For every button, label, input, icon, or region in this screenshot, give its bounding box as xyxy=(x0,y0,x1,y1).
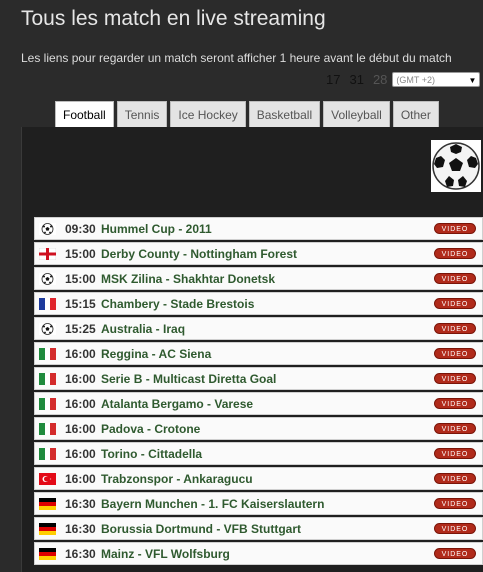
match-row[interactable]: 15:00 MSK Zilina - Shakhtar Donetsk VIDEO xyxy=(34,267,483,290)
france-flag-icon xyxy=(39,297,56,310)
page-title: Tous les match en live streaming xyxy=(21,7,326,30)
match-row[interactable]: 16:30 Mainz - VFL Wolfsburg VIDEO xyxy=(34,542,483,565)
timezone-value: (GMT +2) xyxy=(396,74,435,85)
italy-flag-icon xyxy=(39,447,56,460)
tab-basketball[interactable]: Basketball xyxy=(248,101,321,127)
ball-icon xyxy=(39,222,56,235)
match-time: 16:00 xyxy=(65,396,96,411)
match-name[interactable]: Derby County - Nottingham Forest xyxy=(101,247,297,261)
match-time: 16:00 xyxy=(65,471,96,486)
match-row[interactable]: 16:00 Torino - Cittadella VIDEO xyxy=(34,442,483,465)
match-time: 16:30 xyxy=(65,546,96,561)
ball-icon xyxy=(39,272,56,285)
chevron-down-icon: ▼ xyxy=(468,75,477,85)
match-row[interactable]: 16:00 Atalanta Bergamo - Varese VIDEO xyxy=(34,392,483,415)
match-time: 16:00 xyxy=(65,346,96,361)
match-row[interactable]: 15:15 Chambery - Stade Brestois VIDEO xyxy=(34,292,483,315)
match-row[interactable]: 16:00 Padova - Crotone VIDEO xyxy=(34,417,483,440)
match-time: 16:30 xyxy=(65,521,96,536)
match-row[interactable]: 16:30 Borussia Dortmund - VFB Stuttgart VI… xyxy=(34,517,483,540)
match-time: 16:00 xyxy=(65,446,96,461)
italy-flag-icon xyxy=(39,397,56,410)
date-selector: 17 31 28 (GMT +2) ▼ xyxy=(326,70,481,88)
turkey-flag-icon xyxy=(39,472,56,485)
video-button[interactable]: VIDEO xyxy=(434,273,476,284)
match-time: 16:30 xyxy=(65,496,96,511)
germany-flag-icon xyxy=(39,547,56,560)
video-button[interactable]: VIDEO xyxy=(434,323,476,334)
match-name[interactable]: Chambery - Stade Brestois xyxy=(101,297,254,311)
match-name[interactable]: Torino - Cittadella xyxy=(101,447,202,461)
match-time: 16:00 xyxy=(65,371,96,386)
match-name[interactable]: Australia - Iraq xyxy=(101,322,185,336)
video-button[interactable]: VIDEO xyxy=(434,448,476,459)
match-name[interactable]: Borussia Dortmund - VFB Stuttgart xyxy=(101,522,301,536)
video-button[interactable]: VIDEO xyxy=(434,298,476,309)
match-name[interactable]: Bayern Munchen - 1. FC Kaiserslautern xyxy=(101,497,324,511)
date-link-day[interactable]: 31 xyxy=(349,72,363,87)
italy-flag-icon xyxy=(39,422,56,435)
tab-football[interactable]: Football xyxy=(55,101,114,127)
match-time: 15:00 xyxy=(65,271,96,286)
match-list: 09:30 Hummel Cup - 2011 VIDEO 15:00 Derby Co… xyxy=(34,217,483,567)
italy-flag-icon xyxy=(39,372,56,385)
sport-tabs: Football Tennis Ice Hockey Basketball Volley… xyxy=(55,101,442,127)
england-flag-icon xyxy=(39,247,56,260)
match-row[interactable]: 16:30 Bayern Munchen - 1. FC Kaiserslaute… xyxy=(34,492,483,515)
video-button[interactable]: VIDEO xyxy=(434,223,476,234)
match-row[interactable]: 16:00 Trabzonspor - Ankaragucu VIDEO xyxy=(34,467,483,490)
match-name[interactable]: MSK Zilina - Shakhtar Donetsk xyxy=(101,272,275,286)
page-subtitle: Les liens pour regarder un match seront … xyxy=(21,51,452,65)
ball-icon xyxy=(39,322,56,335)
date-link-day[interactable]: 17 xyxy=(326,72,340,87)
match-name[interactable]: Reggina - AC Siena xyxy=(101,347,211,361)
germany-flag-icon xyxy=(39,497,56,510)
match-row[interactable]: 16:00 Reggina - AC Siena VIDEO xyxy=(34,342,483,365)
football-icon xyxy=(431,140,481,192)
match-name[interactable]: Atalanta Bergamo - Varese xyxy=(101,397,253,411)
match-time: 15:25 xyxy=(65,321,96,336)
video-button[interactable]: VIDEO xyxy=(434,498,476,509)
video-button[interactable]: VIDEO xyxy=(434,473,476,484)
match-name[interactable]: Padova - Crotone xyxy=(101,422,200,436)
tab-volleyball[interactable]: Volleyball xyxy=(323,101,390,127)
match-name[interactable]: Serie B - Multicast Diretta Goal xyxy=(101,372,276,386)
match-row[interactable]: 15:25 Australia - Iraq VIDEO xyxy=(34,317,483,340)
tab-tennis[interactable]: Tennis xyxy=(116,101,168,127)
video-button[interactable]: VIDEO xyxy=(434,423,476,434)
video-button[interactable]: VIDEO xyxy=(434,248,476,259)
match-row[interactable]: 15:00 Derby County - Nottingham Forest VID… xyxy=(34,242,483,265)
match-time: 16:00 xyxy=(65,421,96,436)
video-button[interactable]: VIDEO xyxy=(434,398,476,409)
tab-ice-hockey[interactable]: Ice Hockey xyxy=(170,101,246,127)
match-time: 15:00 xyxy=(65,246,96,261)
match-name[interactable]: Hummel Cup - 2011 xyxy=(101,222,212,236)
video-button[interactable]: VIDEO xyxy=(434,548,476,559)
italy-flag-icon xyxy=(39,347,56,360)
video-button[interactable]: VIDEO xyxy=(434,348,476,359)
match-time: 09:30 xyxy=(65,221,96,236)
match-row[interactable]: 16:00 Serie B - Multicast Diretta Goal VID… xyxy=(34,367,483,390)
video-button[interactable]: VIDEO xyxy=(434,523,476,534)
match-name[interactable]: Mainz - VFL Wolfsburg xyxy=(101,547,230,561)
video-button[interactable]: VIDEO xyxy=(434,373,476,384)
date-link-day[interactable]: 28 xyxy=(373,72,387,87)
tab-other[interactable]: Other xyxy=(392,101,439,127)
match-row[interactable]: 09:30 Hummel Cup - 2011 VIDEO xyxy=(34,217,483,240)
timezone-select[interactable]: (GMT +2) ▼ xyxy=(392,71,481,87)
match-time: 15:15 xyxy=(65,296,96,311)
match-name[interactable]: Trabzonspor - Ankaragucu xyxy=(101,472,253,486)
germany-flag-icon xyxy=(39,522,56,535)
